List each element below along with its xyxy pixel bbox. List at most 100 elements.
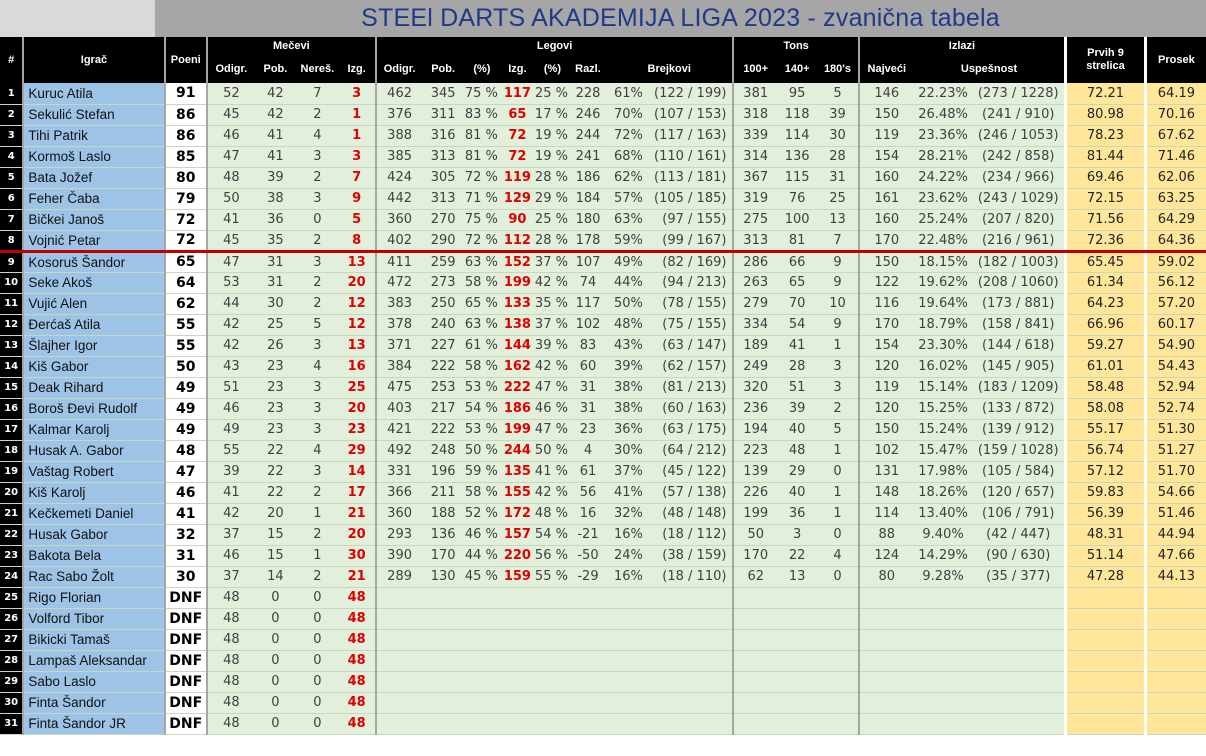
- checkout-pct-cell: 19.64%: [913, 293, 973, 315]
- checkout-ratio-cell: (273 / 1228): [972, 83, 1066, 105]
- matches-won-cell: 22: [254, 440, 297, 462]
- average-cell: 44.94: [1145, 524, 1206, 546]
- player-name: Finta Šandor: [22, 692, 165, 714]
- legs-played-cell: 388: [374, 125, 423, 147]
- checkout-success-header: Uspešnost: [913, 54, 1066, 83]
- table-row: 2 Sekulić Stefan 86 45 42 2 1 376 311 83 % 65 17 % 2…: [0, 104, 1206, 126]
- first9-cell: [1064, 671, 1147, 693]
- matches-draw-cell: 0: [296, 209, 339, 231]
- matches-played-cell: 44: [205, 293, 255, 315]
- matches-won-cell: 38: [254, 188, 297, 210]
- matches-played-cell: 48: [205, 713, 255, 735]
- legs-lost-cell: 119: [499, 167, 535, 189]
- checkout-pct-cell: 25.24%: [913, 209, 973, 231]
- legs-played-cell: [374, 692, 423, 714]
- matches-won-cell: 39: [254, 167, 297, 189]
- tons-140-cell: [776, 608, 818, 630]
- legs-lost-header: Izg.: [499, 54, 535, 83]
- points-cell: 86: [163, 104, 207, 126]
- checkout-highest-cell: 150: [857, 419, 914, 441]
- tons-100-cell: 249: [732, 356, 777, 378]
- legs-played-cell: 384: [374, 356, 423, 378]
- breaks-ratio-cell: (62 / 157): [642, 356, 734, 378]
- checkout-pct-cell: 23.62%: [913, 188, 973, 210]
- breaks-pct-cell: 41%: [606, 482, 643, 504]
- legs-won-pct-cell: 59 %: [463, 461, 500, 483]
- player-name: Vojnić Petar: [22, 230, 165, 253]
- matches-played-cell: 46: [205, 125, 255, 147]
- breaks-ratio-cell: (64 / 212): [642, 440, 734, 462]
- tons-140-cell: 41: [776, 335, 818, 357]
- checkout-highest-cell: [857, 629, 914, 651]
- matches-won-cell: 14: [254, 566, 297, 588]
- player-name: Bata Jožef: [22, 167, 165, 189]
- tons-140-cell: 100: [776, 209, 818, 231]
- table-row: 15 Deak Rihard 49 51 23 3 25 475 253 53 % 222 47 % 3…: [0, 377, 1206, 399]
- first9-cell: 72.21: [1064, 83, 1147, 105]
- legs-lost-cell: 157: [499, 524, 535, 546]
- table-row: 23 Bakota Bela 31 46 15 1 30 390 170 44 % 220 56 % -…: [0, 545, 1206, 567]
- checkout-highest-cell: 120: [857, 398, 914, 420]
- matches-lost-cell: 48: [338, 713, 376, 735]
- player-name: Šlajher Igor: [22, 335, 165, 357]
- average-cell: 60.17: [1145, 314, 1206, 336]
- matches-draw-cell: 3: [296, 188, 339, 210]
- breaks-pct-cell: 57%: [606, 188, 643, 210]
- matches-lost-cell: 48: [338, 629, 376, 651]
- matches-draw-cell: 4: [296, 356, 339, 378]
- tons-100-cell: 381: [732, 83, 777, 105]
- checkout-ratio-cell: (241 / 910): [972, 104, 1066, 126]
- checkout-highest-cell: 131: [857, 461, 914, 483]
- checkout-pct-cell: 15.25%: [913, 398, 973, 420]
- breaks-pct-cell: 38%: [606, 398, 643, 420]
- legs-lost-cell: 72: [499, 125, 535, 147]
- rank-cell: 23: [0, 545, 24, 567]
- matches-won-cell: 31: [254, 272, 297, 294]
- legs-won-pct-cell: 54 %: [463, 398, 500, 420]
- checkout-highest-cell: 160: [857, 209, 914, 231]
- matches-lost-cell: 16: [338, 356, 376, 378]
- rank-cell: 17: [0, 419, 24, 441]
- legs-won-cell: 240: [422, 314, 464, 336]
- legs-diff-cell: 180: [569, 209, 607, 231]
- points-cell: DNF: [163, 671, 207, 693]
- matches-won-cell: 23: [254, 356, 297, 378]
- checkout-ratio-cell: (242 / 858): [972, 146, 1066, 168]
- tons-180-cell: 0: [817, 566, 859, 588]
- checkout-ratio-cell: (216 / 961): [972, 230, 1066, 253]
- legs-played-cell: [374, 629, 423, 651]
- average-cell: 51.27: [1145, 440, 1206, 462]
- legs-won-cell: [422, 608, 464, 630]
- legs-won-pct-cell: 46 %: [463, 524, 500, 546]
- checkout-highest-cell: 120: [857, 356, 914, 378]
- rank-cell: 31: [0, 713, 24, 735]
- breaks-pct-cell: 16%: [606, 566, 643, 588]
- matches-won-cell: 25: [254, 314, 297, 336]
- legs-won-pct-cell: [463, 671, 500, 693]
- checkout-highest-header: Najveći: [857, 54, 914, 83]
- matches-draw-cell: 3: [296, 461, 339, 483]
- legs-played-cell: 442: [374, 188, 423, 210]
- matches-won-cell: 0: [254, 713, 297, 735]
- checkout-highest-cell: 154: [857, 335, 914, 357]
- points-cell: DNF: [163, 629, 207, 651]
- legs-lost-pct-cell: 25 %: [534, 83, 570, 105]
- tons-140-cell: 118: [776, 104, 818, 126]
- average-cell: [1145, 650, 1206, 672]
- points-cell: 49: [163, 419, 207, 441]
- tons-180-cell: 31: [817, 167, 859, 189]
- player-name: Feher Čaba: [22, 188, 165, 210]
- tons-180-cell: 1: [817, 440, 859, 462]
- legs-won-cell: 345: [422, 83, 464, 105]
- legs-played-cell: 371: [374, 335, 423, 357]
- checkout-highest-cell: [857, 692, 914, 714]
- sheet-title: STEEl DARTS AKADEMIJA LIGA 2023 - zvanič…: [361, 4, 1000, 32]
- matches-lost-cell: 48: [338, 650, 376, 672]
- checkout-highest-cell: 160: [857, 167, 914, 189]
- average-cell: 54.90: [1145, 335, 1206, 357]
- checkout-ratio-cell: (90 / 630): [972, 545, 1066, 567]
- first9-cell: 48.31: [1064, 524, 1147, 546]
- legs-played-cell: [374, 587, 423, 609]
- breaks-ratio-cell: (18 / 112): [642, 524, 734, 546]
- legs-lost-pct-cell: [534, 671, 570, 693]
